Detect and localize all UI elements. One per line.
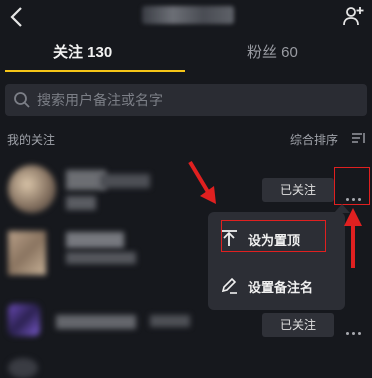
avatar[interactable] [8,304,40,336]
sort-icon[interactable] [352,132,366,144]
avatar[interactable] [8,358,38,378]
user-name-blurred[interactable] [56,315,136,329]
user-subtitle-blurred [66,196,96,210]
chevron-left-icon[interactable] [8,6,26,28]
followed-button[interactable]: 已关注 [262,313,334,337]
annotation-arrow-up [344,208,362,268]
user-name-blurred [100,174,150,188]
annotation-highlight-box [334,167,370,205]
section-title: 我的关注 [7,133,56,147]
active-tab-indicator [5,70,185,72]
user-subtitle-blurred [150,315,190,327]
tab-fans[interactable]: 粉丝 60 [247,41,298,62]
user-name-blurred[interactable] [66,232,124,248]
search-input[interactable]: 搜索用户备注或名字 [5,84,367,116]
more-icon[interactable] [346,320,368,335]
search-placeholder: 搜索用户备注或名字 [37,93,163,109]
followed-button[interactable]: 已关注 [262,178,334,202]
annotation-highlight-box [221,220,326,252]
search-icon [14,92,30,108]
avatar[interactable] [8,165,56,213]
page-title-blurred [142,6,234,24]
add-user-icon[interactable] [341,4,365,28]
avatar[interactable] [8,231,46,275]
edit-icon[interactable] [220,276,238,294]
user-subtitle-blurred [66,252,136,264]
menu-item-set-remark[interactable]: 设置备注名 [248,277,313,296]
annotation-arrow-diagonal [188,160,216,204]
tab-following[interactable]: 关注 130 [53,41,112,62]
sort-button[interactable]: 综合排序 [290,131,338,148]
